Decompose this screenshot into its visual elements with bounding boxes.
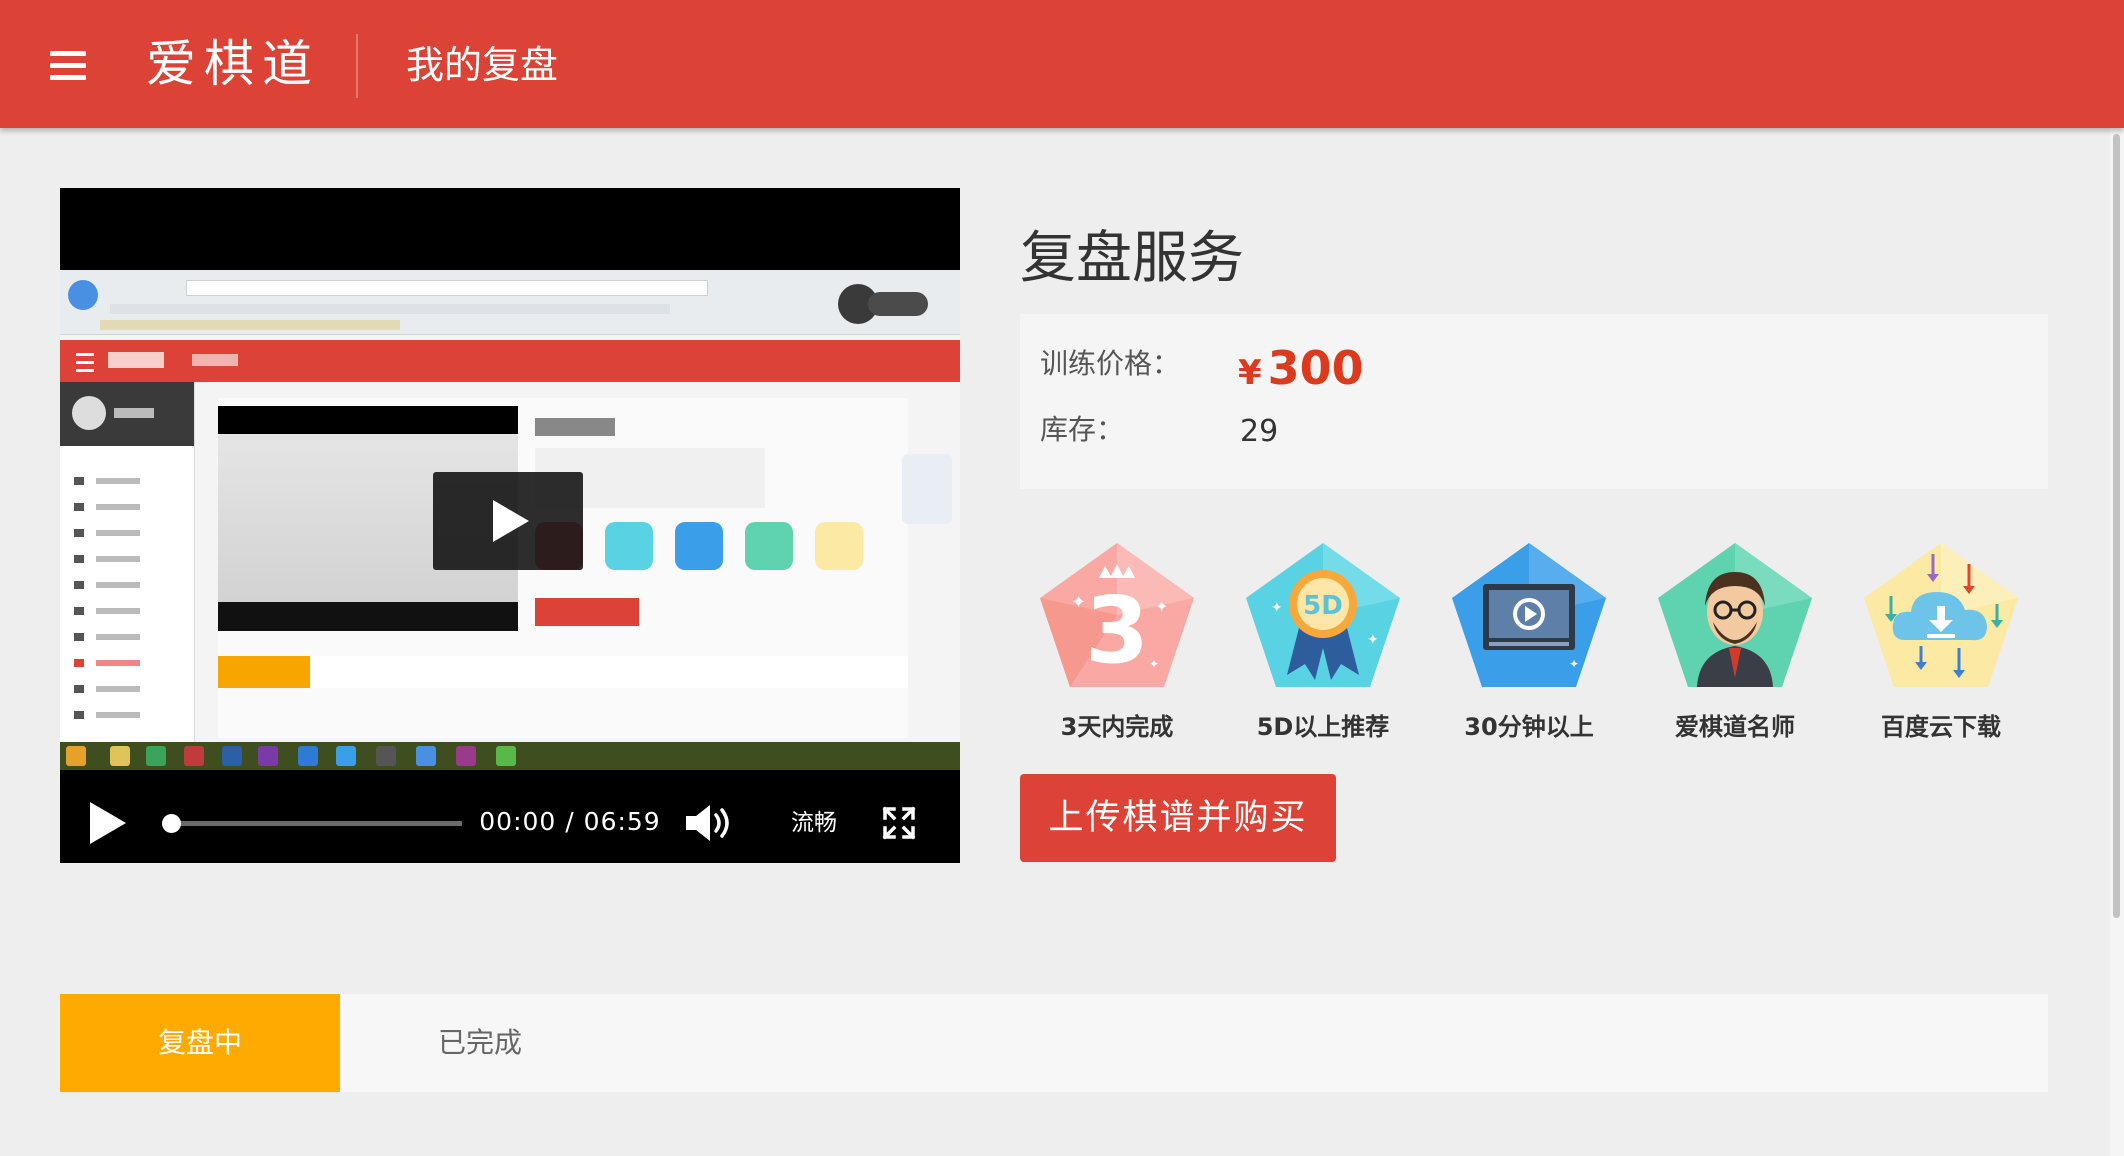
- volume-icon[interactable]: [682, 802, 742, 844]
- stock-value: 29: [1240, 414, 1279, 449]
- tab-completed[interactable]: 已完成: [340, 994, 620, 1092]
- svg-text:✦: ✦: [1071, 592, 1086, 613]
- play-icon[interactable]: [90, 802, 126, 844]
- price-label: 训练价格：: [1040, 347, 1181, 380]
- fullscreen-icon[interactable]: [882, 806, 916, 840]
- header-divider: [356, 34, 358, 98]
- top-app-bar: 爱棋道 我的复盘: [0, 0, 2124, 128]
- video-frame-taskbar: [60, 742, 960, 770]
- teacher-avatar-badge-icon: [1658, 543, 1812, 687]
- svg-text:5D: 5D: [1303, 591, 1343, 621]
- price-box: 训练价格： ¥300 库存： 29: [1020, 314, 2048, 489]
- feature-label: 爱棋道名师: [1675, 713, 1795, 741]
- page-scrollbar[interactable]: [2110, 128, 2124, 1156]
- price-amount: 300: [1267, 341, 1364, 395]
- duration: 06:59: [583, 807, 661, 836]
- stock-label: 库存：: [1040, 413, 1125, 446]
- current-time: 00:00: [479, 807, 557, 836]
- video-frame-sidebar: [60, 382, 195, 742]
- svg-text:✦: ✦: [1569, 657, 1579, 671]
- time-display: 00:00 / 06:59: [450, 804, 690, 840]
- svg-text:✦: ✦: [1367, 632, 1379, 648]
- video-frame-browser-chrome: [60, 270, 960, 335]
- video-player-badge-icon: ✦: [1452, 543, 1606, 687]
- support-agent-icon: [902, 454, 952, 524]
- review-status-tabs: 复盘中 已完成: [60, 994, 2048, 1092]
- feature-label: 30分钟以上: [1464, 713, 1594, 741]
- svg-text:3: 3: [1085, 577, 1149, 684]
- brand-logo[interactable]: 爱棋道: [146, 30, 320, 98]
- feature-label: 3天内完成: [1060, 713, 1174, 741]
- feature-label: 百度云下载: [1881, 713, 2001, 741]
- feature-label: 5D以上推荐: [1256, 713, 1390, 741]
- video-player[interactable]: 00:00 / 06:59 流畅: [60, 188, 960, 863]
- svg-text:✦: ✦: [1271, 600, 1283, 616]
- svg-text:✦: ✦: [1149, 657, 1159, 671]
- feature-three-days: 3 ✦ ✦ ✦ 3天内完成: [1032, 540, 1202, 744]
- feature-5d-recommend: 5D ✦ ✦ 5D以上推荐: [1238, 540, 1408, 744]
- 5d-ribbon-badge-icon: 5D ✦ ✦: [1246, 543, 1400, 687]
- service-title: 复盘服务: [1020, 226, 1244, 291]
- svg-text:✦: ✦: [1155, 597, 1168, 616]
- feature-30-minutes: ✦ 30分钟以上: [1444, 540, 1614, 744]
- time-separator: /: [565, 807, 575, 836]
- currency-symbol: ¥: [1238, 353, 1262, 393]
- hamburger-menu-icon[interactable]: [50, 51, 86, 80]
- video-controls: 00:00 / 06:59 流畅: [60, 782, 960, 863]
- feature-baidu-cloud: 百度云下载: [1856, 540, 2026, 744]
- cloud-download-badge-icon: [1864, 543, 2018, 687]
- video-frame-app-header: [60, 340, 960, 382]
- three-days-badge-icon: 3 ✦ ✦ ✦: [1040, 543, 1194, 687]
- progress-knob[interactable]: [162, 814, 181, 833]
- feature-famous-teacher: 爱棋道名师: [1650, 540, 1820, 744]
- browser-logo-icon: [68, 280, 98, 310]
- tab-in-review[interactable]: 复盘中: [60, 994, 340, 1092]
- page-title: 我的复盘: [406, 43, 559, 87]
- upload-and-buy-button[interactable]: 上传棋谱并购买: [1020, 774, 1336, 862]
- quality-selector[interactable]: 流畅: [791, 806, 837, 840]
- scrollbar-thumb[interactable]: [2113, 134, 2120, 918]
- progress-bar[interactable]: [162, 814, 462, 833]
- video-big-play-icon[interactable]: [433, 472, 583, 570]
- price-value: ¥300: [1238, 338, 1364, 403]
